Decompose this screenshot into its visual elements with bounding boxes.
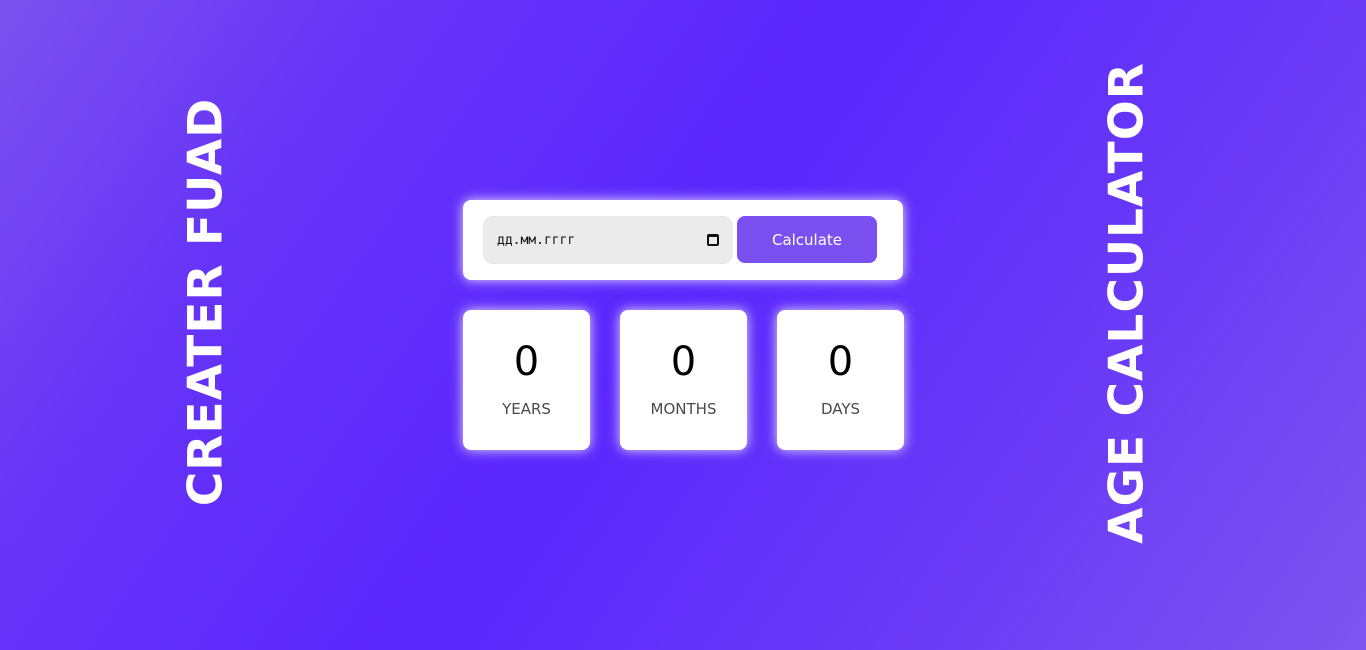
date-form-card: дд.мм.гггг Calculate bbox=[463, 200, 903, 280]
calculate-button[interactable]: Calculate bbox=[737, 216, 877, 263]
birthdate-input[interactable]: дд.мм.гггг bbox=[483, 216, 733, 264]
days-value: 0 bbox=[827, 339, 854, 385]
months-label: MONTHS bbox=[650, 400, 717, 418]
date-placeholder: дд.мм.гггг bbox=[497, 232, 576, 248]
days-label: DAYS bbox=[820, 400, 861, 418]
calendar-icon[interactable] bbox=[707, 234, 719, 246]
months-value: 0 bbox=[670, 339, 697, 385]
years-card: 0 YEARS bbox=[463, 310, 590, 450]
years-value: 0 bbox=[513, 339, 540, 385]
days-card: 0 DAYS bbox=[777, 310, 904, 450]
creator-title: CREATER FUAD bbox=[178, 97, 234, 507]
months-card: 0 MONTHS bbox=[620, 310, 747, 450]
years-label: YEARS bbox=[502, 400, 551, 418]
app-title: AGE CALCULATOR bbox=[1099, 62, 1155, 544]
